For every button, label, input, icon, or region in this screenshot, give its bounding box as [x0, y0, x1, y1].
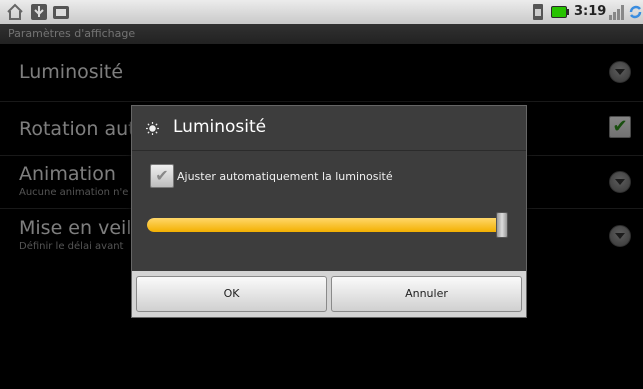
- signal-icon: [609, 5, 624, 20]
- dialog-buttons: OK Annuler: [132, 271, 526, 317]
- auto-brightness-label: Ajuster automatiquement la luminosité: [177, 170, 393, 183]
- usb-icon: [31, 4, 47, 20]
- auto-brightness-checkbox[interactable]: ✔: [150, 164, 174, 188]
- dialog-header: Luminosité: [132, 106, 526, 151]
- brightness-dialog: Luminosité ✔ Ajuster automatiquement la …: [131, 105, 527, 318]
- brightness-slider-thumb[interactable]: [496, 212, 508, 238]
- brightness-slider-fill: [147, 218, 504, 232]
- ok-button[interactable]: OK: [136, 276, 327, 312]
- brightness-slider[interactable]: [147, 218, 508, 232]
- brightness-icon: [146, 122, 159, 135]
- sim-icon: [533, 4, 543, 20]
- screenshot-icon: [53, 6, 69, 19]
- status-bar: 3:19: [0, 0, 643, 24]
- dialog-title: Luminosité: [173, 117, 267, 137]
- home-icon: [7, 3, 23, 20]
- battery-icon: [551, 6, 569, 18]
- clock: 3:19: [574, 4, 607, 19]
- cancel-button[interactable]: Annuler: [331, 276, 522, 312]
- sync-icon: [629, 5, 642, 19]
